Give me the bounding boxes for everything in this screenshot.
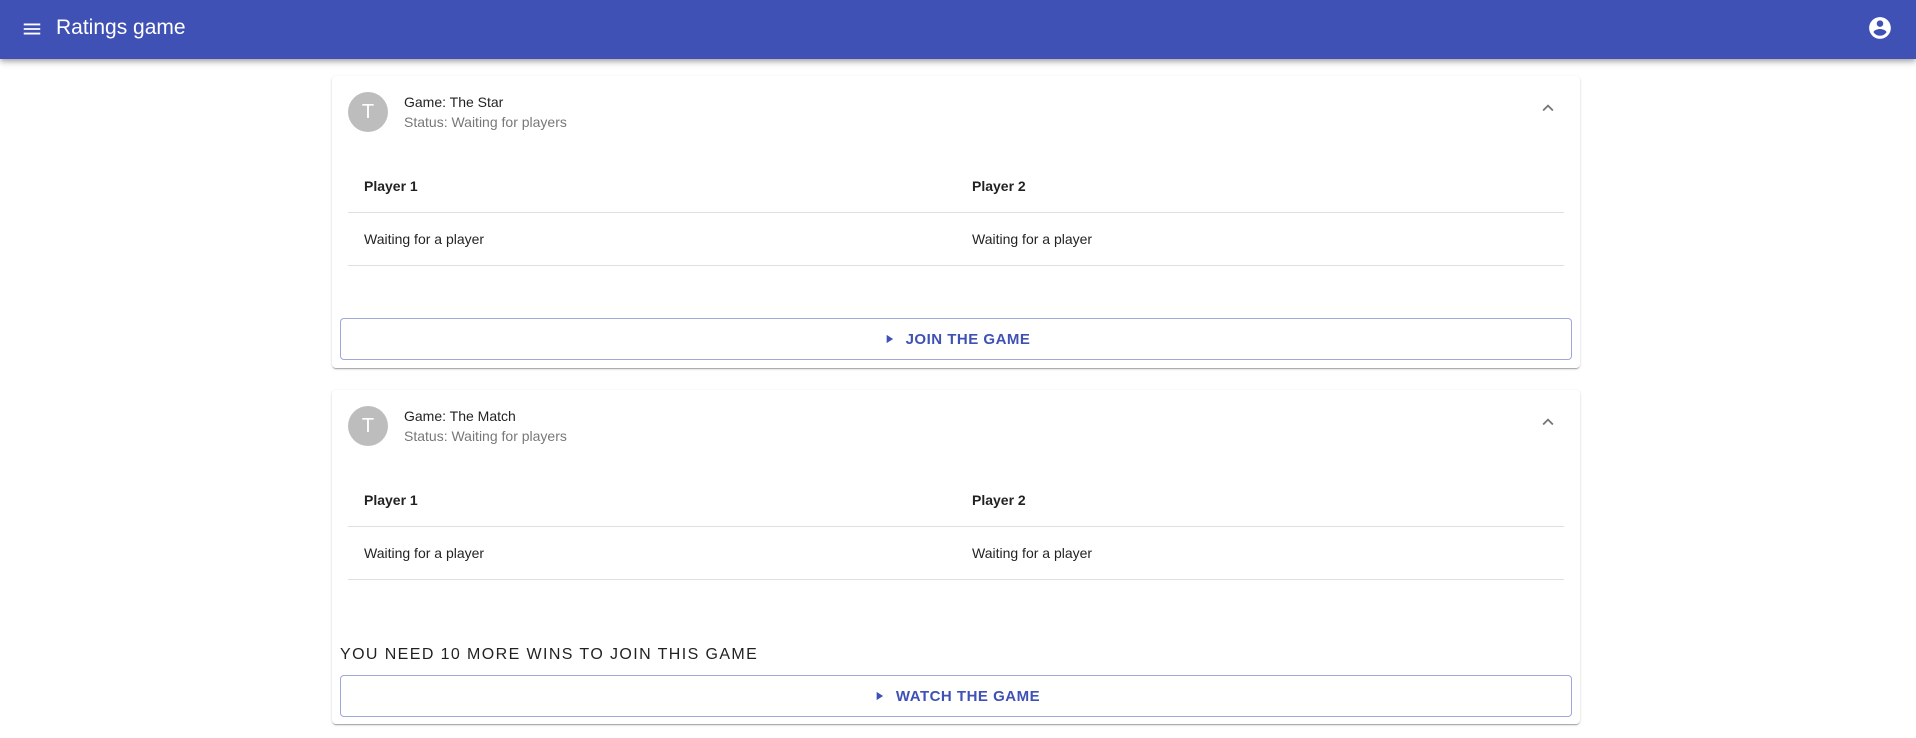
- win-requirement-text: YOU NEED 10 MORE WINS TO JOIN THIS GAME: [340, 646, 759, 663]
- watch-game-button[interactable]: WATCH THE GAME: [340, 675, 1572, 717]
- game-title: Game: The Match: [404, 408, 516, 424]
- column-header: Player 1: [364, 178, 418, 194]
- join-game-label: JOIN THE GAME: [905, 330, 1031, 348]
- game-title: Game: The Star: [404, 94, 504, 110]
- table-row: Waiting for a player Waiting for a playe…: [348, 527, 1564, 580]
- app-title: Ratings game: [56, 16, 186, 39]
- game-card: T Game: The Match Status: Waiting for pl…: [332, 390, 1580, 724]
- avatar: T: [348, 92, 388, 132]
- players-table: Player 1 Player 2 Waiting for a player W…: [348, 160, 1564, 266]
- chevron-up-icon: [1542, 418, 1554, 426]
- play-icon: [882, 332, 896, 346]
- menu-icon: [23, 23, 41, 35]
- join-game-button[interactable]: JOIN THE GAME: [340, 318, 1572, 360]
- player-cell: Waiting for a player: [972, 231, 1093, 247]
- game-status: Status: Waiting for players: [404, 114, 567, 130]
- card-header: T Game: The Star Status: Waiting for pla…: [332, 76, 1580, 148]
- column-header: Player 2: [972, 178, 1026, 194]
- table-header-row: Player 1 Player 2: [348, 474, 1564, 527]
- players-table: Player 1 Player 2 Waiting for a player W…: [348, 474, 1564, 580]
- column-header: Player 2: [972, 492, 1026, 508]
- app-bar: Ratings game: [0, 0, 1916, 59]
- player-cell: Waiting for a player: [972, 545, 1093, 561]
- account-button[interactable]: [1866, 14, 1894, 42]
- collapse-button[interactable]: [1536, 410, 1560, 434]
- player-cell: Waiting for a player: [364, 545, 485, 561]
- column-header: Player 1: [364, 492, 418, 508]
- chevron-up-icon: [1542, 104, 1554, 112]
- avatar: T: [348, 406, 388, 446]
- player-cell: Waiting for a player: [364, 231, 485, 247]
- game-status: Status: Waiting for players: [404, 428, 567, 444]
- menu-button[interactable]: [18, 15, 46, 43]
- table-header-row: Player 1 Player 2: [348, 160, 1564, 213]
- play-icon: [872, 689, 886, 703]
- account-circle-icon: [1869, 17, 1891, 39]
- card-header: T Game: The Match Status: Waiting for pl…: [332, 390, 1580, 462]
- table-row: Waiting for a player Waiting for a playe…: [348, 213, 1564, 266]
- game-card: T Game: The Star Status: Waiting for pla…: [332, 76, 1580, 368]
- collapse-button[interactable]: [1536, 96, 1560, 120]
- watch-game-label: WATCH THE GAME: [895, 687, 1041, 705]
